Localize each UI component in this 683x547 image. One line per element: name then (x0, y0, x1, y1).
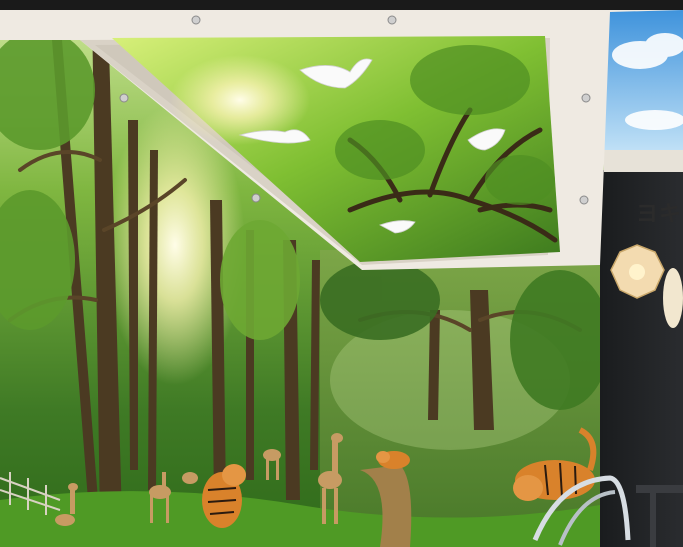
mural-illustration (0, 0, 683, 547)
wall-sign-text: ヨキ (636, 201, 683, 227)
wall-header-band (604, 150, 683, 172)
top-dark-edge (0, 0, 683, 10)
mural-scene: ヨキ (0, 0, 683, 547)
deer-5 (182, 472, 198, 484)
